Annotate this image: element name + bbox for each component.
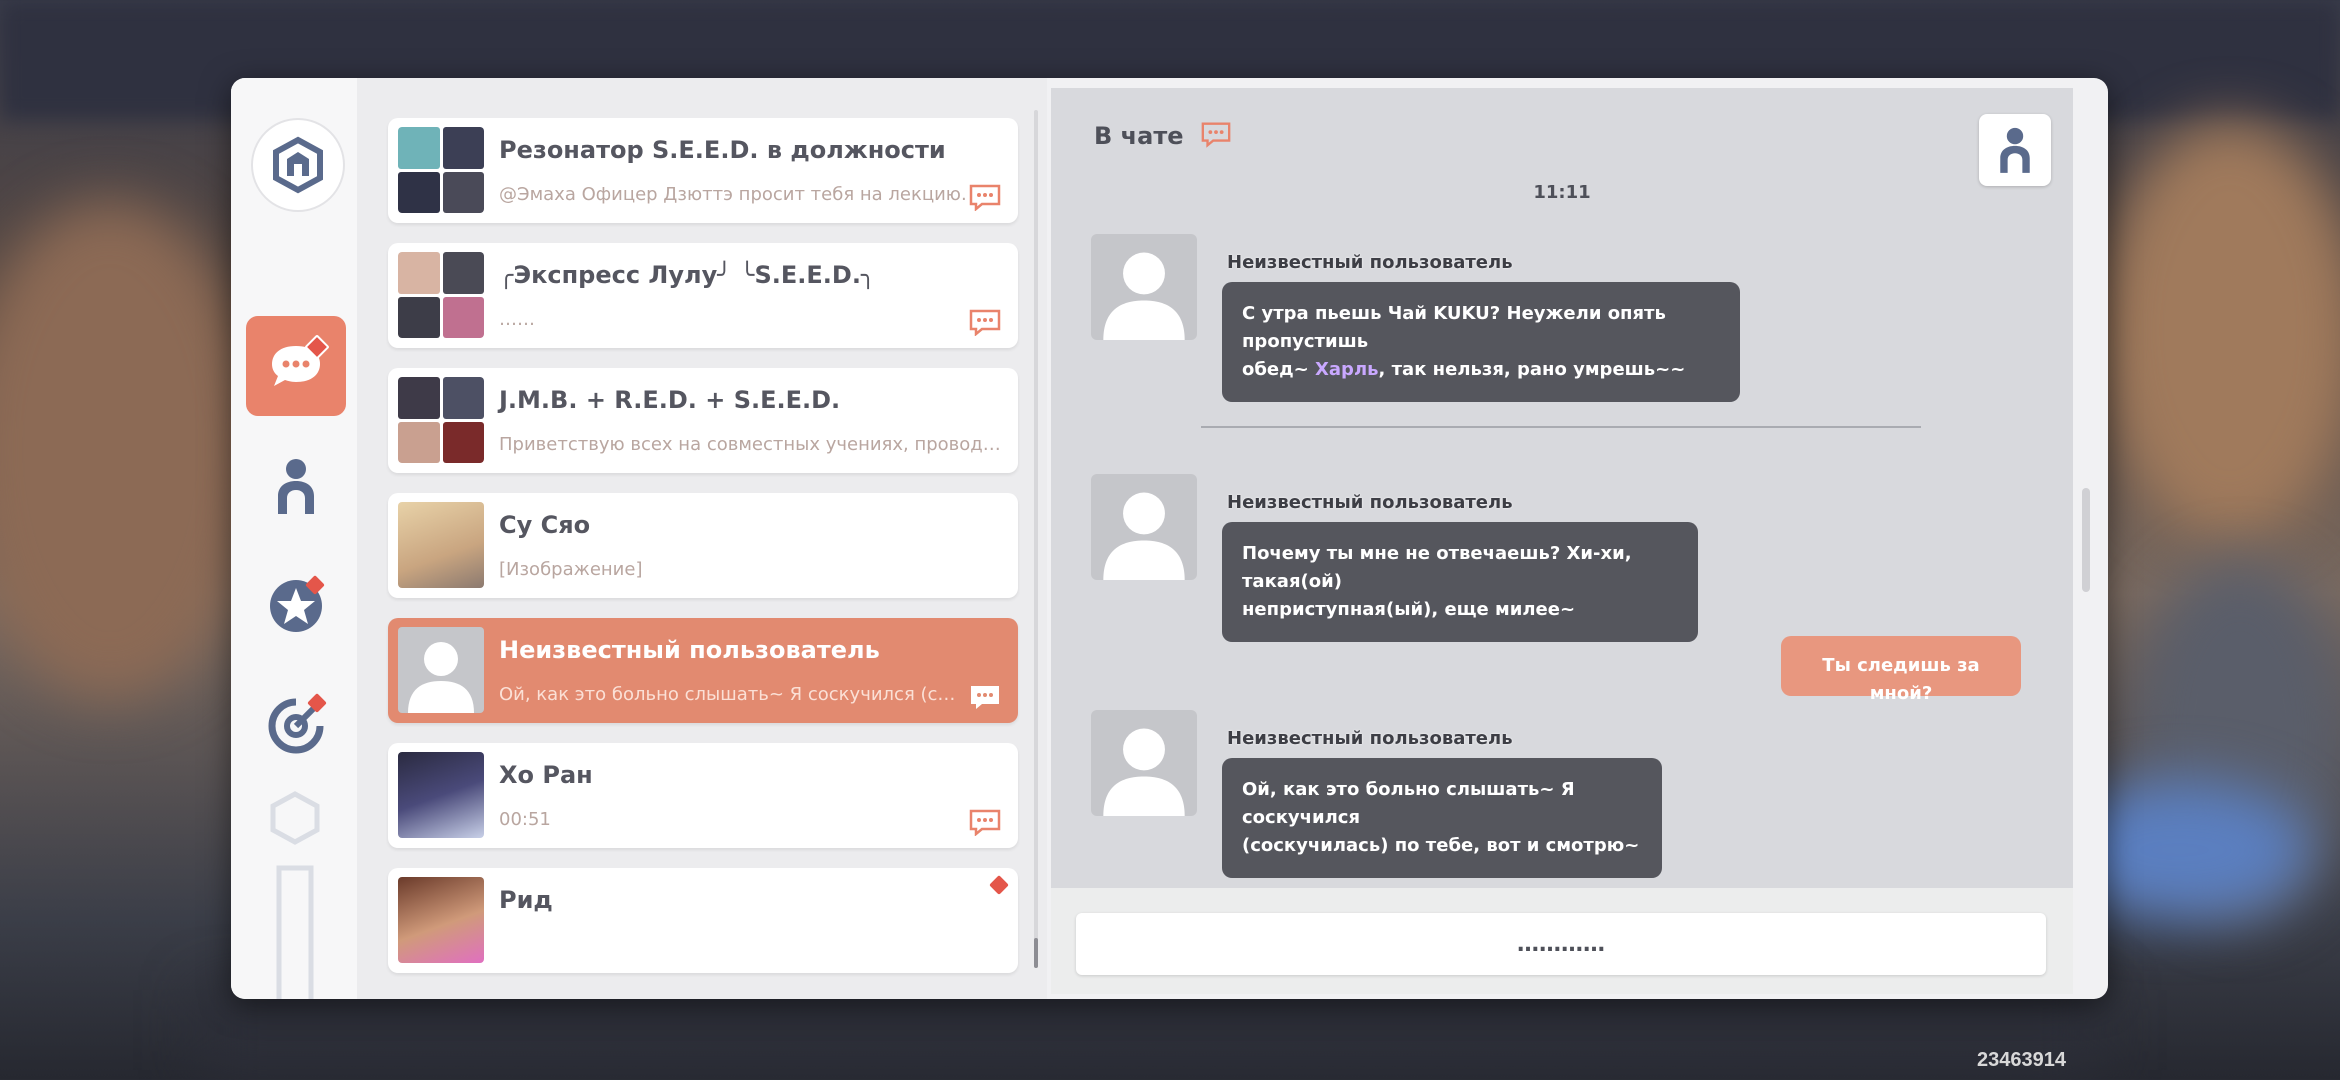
sender-avatar [1091,710,1197,816]
message-bubble: С утра пьешь Чай KUKU? Неужели опять про… [1222,282,1740,402]
message-bubble: Ой, как это больно слышать~ Я соскучился… [1222,758,1662,878]
chat-list-item[interactable]: ╭Экспресс Лулу╯ ╰S.E.E.D.╮ …… [388,243,1018,348]
home-hex-icon[interactable] [251,118,345,212]
chat-list-item[interactable]: Су Сяо [Изображение] [388,493,1018,598]
chat-title: Резонатор S.E.E.D. в должности [499,136,946,164]
person-icon [278,459,314,514]
message-bubble: Почему ты мне не отвечаешь? Хи-хи, такая… [1222,522,1698,642]
chat-preview: Приветствую всех на совместных учениях, … [499,434,1004,455]
input-area: ………… [1051,888,2073,994]
sender-avatar [1091,234,1197,340]
chat-area: В чате 11:11 Неизвестный пользователь С … [1051,88,2073,994]
person-icon [2000,127,2030,173]
sidebar-item-chat[interactable] [246,316,346,416]
chat-title: Хо Ран [499,761,593,789]
message-timestamp: 11:11 [1533,182,1591,203]
user-avatar [398,877,484,963]
chat-preview: @Эмаха Офицер Дзюттэ просит тебя на лекц… [499,184,967,205]
chat-preview: …… [499,309,535,330]
chat-preview: [Изображение] [499,559,643,580]
sidebar-item-favorites[interactable] [246,556,346,656]
chat-bubble-icon [1201,122,1231,148]
notification-badge [989,875,1009,895]
chat-title: Су Сяо [499,511,591,539]
chat-title: Неизвестный пользователь [499,636,880,664]
profile-button[interactable] [1979,114,2051,186]
sidebar-item-missions[interactable] [246,676,346,776]
chat-title: Рид [499,886,553,914]
divider [1201,426,1921,428]
brand-watermark-icon [270,791,320,999]
sender-name: Неизвестный пользователь [1227,728,1513,749]
own-message-bubble: Ты следишь за мной? [1781,636,2021,704]
chat-list-item[interactable]: J.M.B. + R.E.D. + S.E.E.D. Приветствую в… [388,368,1018,473]
chat-header-title: В чате [1094,120,1232,150]
message-icon [969,184,1001,211]
chat-preview: Ой, как это больно слышать~ Я соскучился… [499,684,959,705]
chat-preview: 00:51 [499,809,551,830]
chat-list-panel: Резонатор S.E.E.D. в должности @Эмаха Оф… [357,78,1047,999]
chat-list-item[interactable]: Хо Ран 00:51 [388,743,1018,848]
default-avatar [398,627,484,713]
user-avatar [398,502,484,588]
chat-list-item[interactable]: Рид [388,868,1018,973]
message-icon [969,809,1001,836]
user-avatar [398,752,484,838]
group-avatar [398,252,484,338]
sidebar [231,78,357,999]
message-icon [971,686,999,709]
chat-list-item[interactable]: Резонатор S.E.E.D. в должности @Эмаха Оф… [388,118,1018,223]
sidebar-item-contacts[interactable] [246,436,346,536]
messenger-window: Резонатор S.E.E.D. в должности @Эмаха Оф… [231,78,2108,999]
sender-name: Неизвестный пользователь [1227,492,1513,513]
group-avatar [398,127,484,213]
chat-scrollbar[interactable] [2082,488,2090,592]
message-icon [969,309,1001,336]
reply-input[interactable]: ………… [1076,913,2046,975]
group-avatar [398,377,484,463]
sender-name: Неизвестный пользователь [1227,252,1513,273]
chat-list-item-selected[interactable]: Неизвестный пользователь Ой, как это бол… [388,618,1018,723]
user-id-label: 23463914 [1977,1049,2066,1071]
sender-avatar [1091,474,1197,580]
chat-title: J.M.B. + R.E.D. + S.E.E.D. [499,386,841,414]
chat-list-scrollbar[interactable] [1034,110,1038,968]
chat-title: ╭Экспресс Лулу╯ ╰S.E.E.D.╮ [499,261,876,289]
